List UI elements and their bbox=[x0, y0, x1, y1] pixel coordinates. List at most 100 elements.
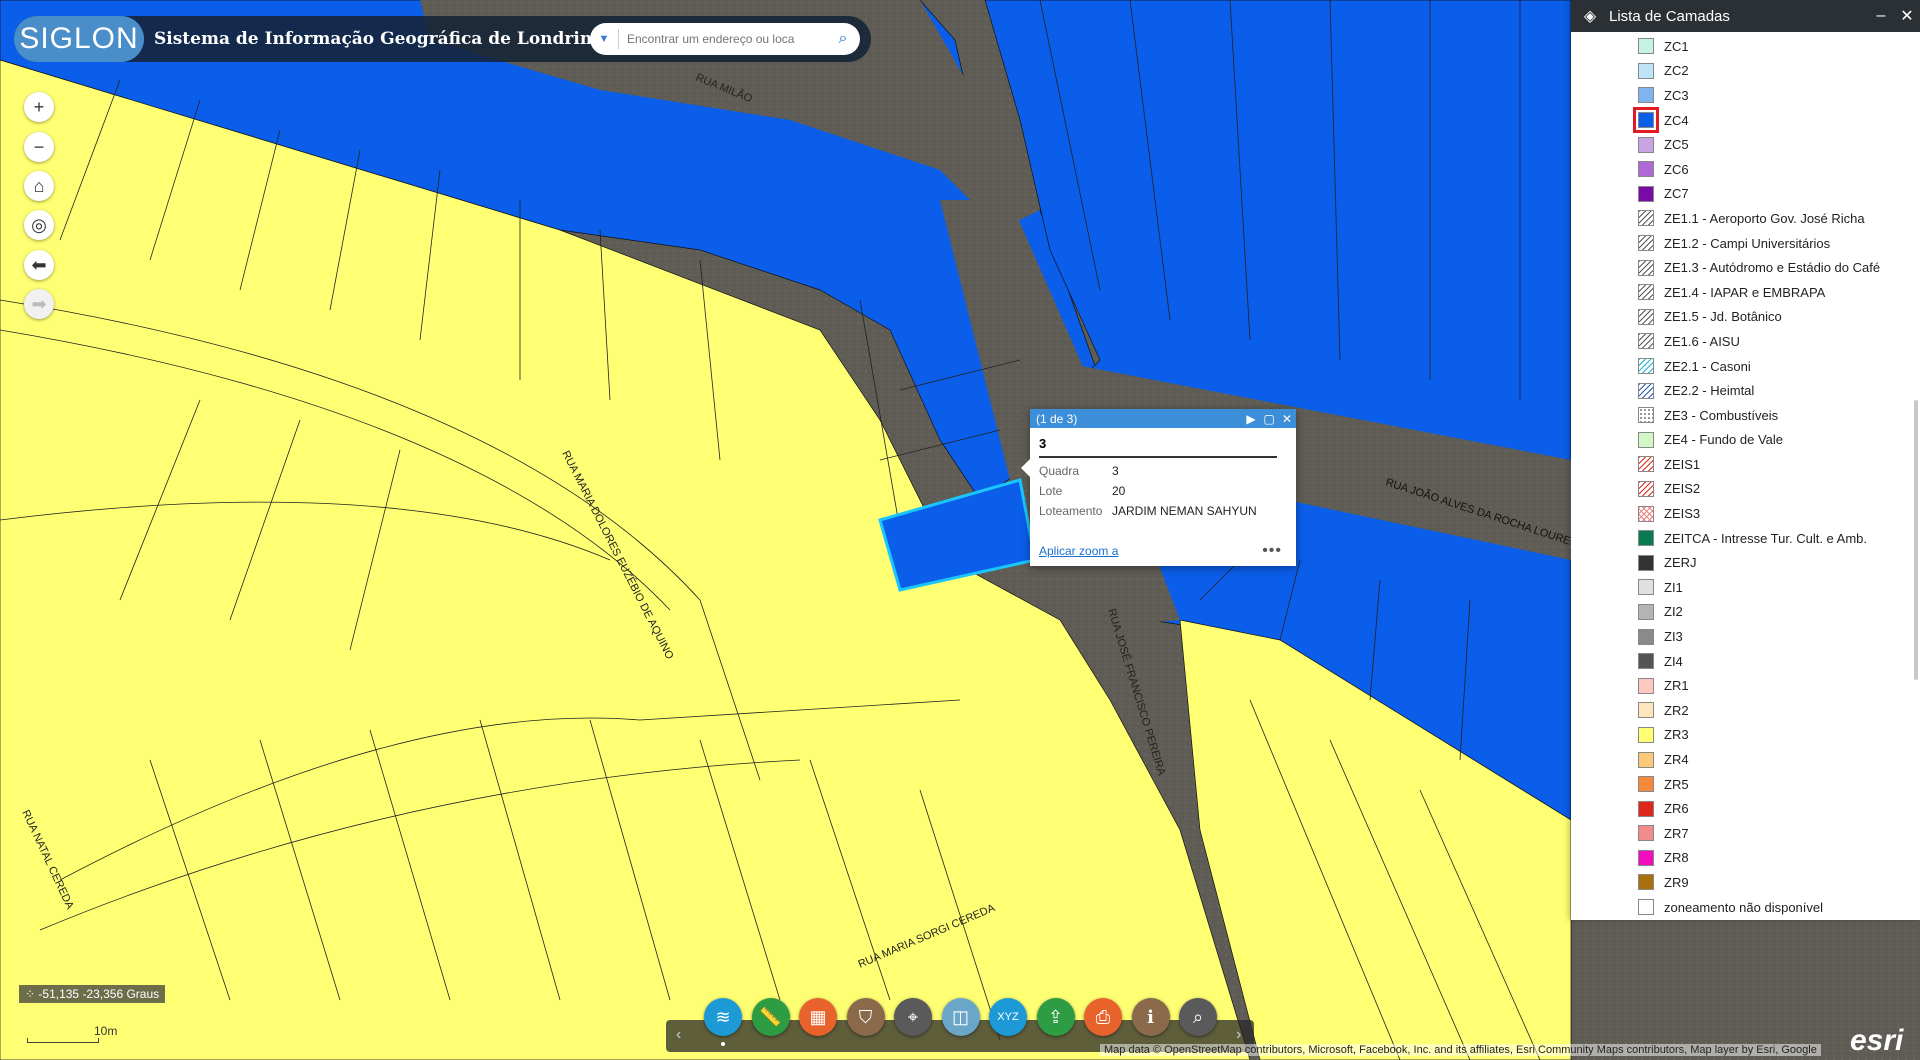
legend-item[interactable]: ZR5 bbox=[1571, 772, 1920, 797]
search-tool-button[interactable]: ⌕ bbox=[1179, 998, 1217, 1036]
swipe-tool-button[interactable]: ◫ bbox=[941, 998, 980, 1036]
info-tool-button[interactable]: i bbox=[1131, 998, 1170, 1036]
maximize-icon[interactable]: ▢ bbox=[1260, 412, 1278, 426]
legend-item[interactable]: ZI4 bbox=[1571, 649, 1920, 674]
legend-label: ZE1.2 - Campi Universitários bbox=[1664, 235, 1831, 251]
panel-scrollbar[interactable] bbox=[1914, 400, 1918, 680]
legend-swatch bbox=[1633, 107, 1659, 134]
forward-arrow-icon[interactable]: ➡ bbox=[24, 289, 54, 319]
panel-title: Lista de Camadas bbox=[1609, 7, 1730, 25]
legend-item[interactable]: ZEIS3 bbox=[1571, 501, 1920, 526]
locate-icon[interactable]: ◎ bbox=[24, 210, 54, 240]
legend-item[interactable]: ZI2 bbox=[1571, 600, 1920, 625]
zoom-in-button[interactable]: + bbox=[24, 92, 54, 122]
legend-item[interactable]: ZC1 bbox=[1571, 34, 1920, 59]
attr-key: Lote bbox=[1039, 484, 1063, 498]
legend-label: ZC4 bbox=[1664, 112, 1689, 128]
attr-value: 20 bbox=[1112, 484, 1126, 498]
legend-item[interactable]: ZR2 bbox=[1571, 698, 1920, 723]
next-feature-icon[interactable]: ▶ bbox=[1242, 412, 1260, 426]
coords-text: -51,135 -23,356 Graus bbox=[38, 987, 160, 1001]
legend-label: ZE1.1 - Aeroporto Gov. José Richa bbox=[1664, 210, 1865, 226]
legend-item[interactable]: ZE1.3 - Autódromo e Estádio do Café bbox=[1571, 255, 1920, 280]
legend-label: ZI1 bbox=[1664, 579, 1683, 595]
legend-item[interactable]: ZR8 bbox=[1571, 846, 1920, 871]
legend-swatch bbox=[1638, 333, 1654, 350]
legend-swatch bbox=[1638, 653, 1654, 670]
legend-swatch bbox=[1638, 62, 1654, 79]
legend-item[interactable]: ZR7 bbox=[1571, 821, 1920, 846]
legend-swatch bbox=[1638, 456, 1654, 473]
layers-tool-button[interactable]: ≋ bbox=[704, 998, 742, 1036]
legend-item[interactable]: ZI1 bbox=[1571, 575, 1920, 600]
legend-swatch bbox=[1638, 726, 1654, 743]
legend-item[interactable]: ZE1.2 - Campi Universitários bbox=[1571, 231, 1920, 256]
filter-tool-button[interactable]: ⛉ bbox=[846, 998, 885, 1036]
popup-attr-row: Loteamento JARDIM NEMAN SAHYUN bbox=[1039, 504, 1296, 518]
legend-item[interactable]: ZE4 - Fundo de Vale bbox=[1571, 428, 1920, 453]
legend-label: ZERJ bbox=[1664, 555, 1697, 571]
legend-label: ZC7 bbox=[1664, 186, 1689, 202]
legend-swatch bbox=[1638, 431, 1654, 448]
toolbar-prev-icon[interactable]: ‹ bbox=[676, 1026, 681, 1044]
search-icon[interactable]: ⌕ bbox=[826, 30, 860, 48]
legend-item[interactable]: ZC7 bbox=[1571, 182, 1920, 207]
legend-item[interactable]: ZE3 - Combustíveis bbox=[1571, 403, 1920, 428]
legend-item[interactable]: zoneamento não disponível bbox=[1571, 895, 1920, 920]
legend-item[interactable]: ZEITCA - Intresse Tur. Cult. e Amb. bbox=[1571, 526, 1920, 551]
home-icon[interactable]: ⌂ bbox=[24, 171, 54, 201]
legend-label: ZEIS3 bbox=[1664, 506, 1701, 522]
legend-item[interactable]: ZE2.2 - Heimtal bbox=[1571, 378, 1920, 403]
back-arrow-icon[interactable]: ⬅ bbox=[24, 250, 54, 280]
zoom-out-button[interactable]: − bbox=[24, 132, 54, 162]
more-options-icon[interactable]: ••• bbox=[1262, 542, 1282, 560]
print-tool-button[interactable]: ⎙ bbox=[1084, 998, 1122, 1036]
legend-item[interactable]: ZR3 bbox=[1571, 723, 1920, 748]
basemap-tool-button[interactable]: ▦ bbox=[799, 998, 837, 1036]
legend-swatch bbox=[1638, 235, 1654, 252]
share-tool-button[interactable]: ⇪ bbox=[1036, 998, 1075, 1036]
legend-item[interactable]: ZE1.6 - AISU bbox=[1571, 329, 1920, 354]
measure-tool-button[interactable]: 📏 bbox=[751, 998, 790, 1036]
legend-item[interactable]: ZC5 bbox=[1571, 132, 1920, 157]
legend-label: ZEIS1 bbox=[1664, 456, 1701, 472]
legend-item[interactable]: ZR4 bbox=[1571, 747, 1920, 772]
app-title: Sistema de Informação Geográfica de Lond… bbox=[154, 29, 604, 49]
legend-item[interactable]: ZERJ bbox=[1571, 550, 1920, 575]
legend-label: ZEITCA - Intresse Tur. Cult. e Amb. bbox=[1664, 530, 1868, 546]
legend-item[interactable]: ZI3 bbox=[1571, 624, 1920, 649]
locate-tool-button[interactable]: ⌖ bbox=[894, 998, 932, 1036]
legend-item[interactable]: ZE1.5 - Jd. Botânico bbox=[1571, 305, 1920, 330]
close-icon[interactable]: ✕ bbox=[1278, 412, 1296, 426]
zoom-to-link[interactable]: Aplicar zoom a bbox=[1039, 544, 1118, 558]
popup-attr-row: Lote 20 bbox=[1039, 484, 1296, 498]
app-header: SIGLON Sistema de Informação Geográfica … bbox=[14, 16, 871, 62]
legend-item[interactable]: ZR1 bbox=[1571, 673, 1920, 698]
legend-item[interactable]: ZE1.4 - IAPAR e EMBRAPA bbox=[1571, 280, 1920, 305]
legend-item[interactable]: ZR6 bbox=[1571, 796, 1920, 821]
search-input[interactable] bbox=[619, 32, 826, 46]
legend-item[interactable]: ZEIS2 bbox=[1571, 477, 1920, 502]
toolbar-next-icon[interactable]: › bbox=[1236, 1026, 1241, 1044]
siglon-logo[interactable]: SIGLON bbox=[14, 16, 144, 62]
legend-item[interactable]: ZC3 bbox=[1571, 83, 1920, 108]
minimize-icon[interactable]: – bbox=[1868, 7, 1894, 25]
legend-item[interactable]: ZE2.1 - Casoni bbox=[1571, 354, 1920, 379]
legend-item[interactable]: ZC6 bbox=[1571, 157, 1920, 182]
legend-swatch bbox=[1638, 899, 1654, 916]
legend-item[interactable]: ZEIS1 bbox=[1571, 452, 1920, 477]
legend-swatch bbox=[1638, 87, 1654, 104]
legend-item[interactable]: ZC2 bbox=[1571, 59, 1920, 84]
legend-item[interactable]: ZR9 bbox=[1571, 870, 1920, 895]
legend-item[interactable]: ZE1.1 - Aeroporto Gov. José Richa bbox=[1571, 206, 1920, 231]
search-box: ▼ ⌕ bbox=[590, 23, 860, 55]
legend-label: ZE1.4 - IAPAR e EMBRAPA bbox=[1664, 284, 1826, 300]
coordinates-tool-button[interactable]: XYZ bbox=[989, 998, 1027, 1036]
search-source-dropdown[interactable]: ▼ bbox=[590, 29, 619, 49]
legend-item[interactable]: ZC4 bbox=[1571, 107, 1920, 134]
scale-bar: 10m bbox=[27, 1024, 117, 1043]
legend-swatch bbox=[1638, 702, 1654, 719]
legend-swatch bbox=[1638, 382, 1654, 399]
close-icon[interactable]: ✕ bbox=[1894, 6, 1920, 26]
attr-key: Quadra bbox=[1039, 464, 1080, 478]
